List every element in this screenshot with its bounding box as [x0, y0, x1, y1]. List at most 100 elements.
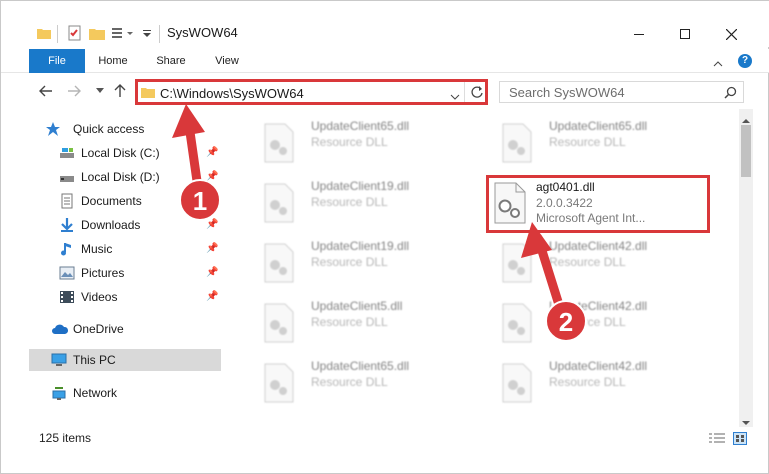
help-button[interactable]: ?: [738, 54, 752, 68]
pin-icon[interactable]: 📌: [206, 147, 218, 158]
file-name: agt0401.dll: [536, 180, 595, 194]
nav-item-downloads[interactable]: Downloads 📌: [29, 214, 221, 236]
scroll-down-icon[interactable]: [742, 415, 750, 429]
customize-icon[interactable]: [111, 26, 137, 46]
search-placeholder: Search SysWOW64: [509, 85, 625, 100]
drive-icon: [59, 145, 75, 161]
back-button[interactable]: [37, 82, 55, 100]
list-item[interactable]: UpdateClient42.dll Resource DLL: [481, 295, 711, 355]
divider: [57, 25, 58, 43]
highlighted-file-item[interactable]: agt0401.dll 2.0.0.3422 Microsoft Agent I…: [486, 175, 710, 233]
chevron-down-icon[interactable]: [450, 89, 460, 103]
nav-item-videos[interactable]: Videos 📌: [29, 286, 221, 308]
properties-icon[interactable]: [67, 25, 83, 45]
file-name: UpdateClient19.dll: [311, 239, 410, 253]
file-name: UpdateClient65.dll: [311, 119, 410, 133]
nav-item-label: Network: [73, 386, 118, 400]
dll-file-icon: [501, 123, 533, 163]
file-name: UpdateClient65.dll: [549, 119, 648, 133]
dropdown-arrow-icon[interactable]: [142, 28, 152, 48]
list-item[interactable]: UpdateClient19.dll Resource DLL: [243, 175, 473, 235]
file-name: UpdateClient19.dll: [311, 179, 410, 193]
close-button[interactable]: [711, 21, 751, 47]
pin-icon[interactable]: 📌: [206, 243, 218, 254]
list-item[interactable]: UpdateClient5.dll Resource DLL: [243, 295, 473, 355]
file-description: Resource DLL: [549, 135, 626, 149]
dll-file-icon: [263, 123, 295, 163]
pin-icon[interactable]: 📌: [206, 171, 218, 182]
status-bar: 125 items: [1, 429, 769, 449]
dll-file-icon: [493, 182, 527, 224]
dll-file-icon: [263, 183, 295, 223]
computer-icon: [51, 352, 67, 368]
search-input[interactable]: Search SysWOW64: [499, 81, 744, 103]
nav-item-music[interactable]: Music 📌: [29, 238, 221, 260]
nav-item-label: Videos: [81, 290, 118, 304]
dll-file-icon: [263, 303, 295, 343]
divider: [159, 25, 160, 43]
pin-icon[interactable]: 📌: [206, 291, 218, 302]
new-folder-icon[interactable]: [89, 26, 105, 46]
nav-item-local-disk-d[interactable]: Local Disk (D:) 📌: [29, 166, 221, 188]
dll-file-icon: [501, 303, 533, 343]
navigation-pane: Quick access Local Disk (C:) 📌 Local Dis…: [29, 115, 221, 415]
list-item[interactable]: UpdateClient65.dll Resource DLL: [243, 115, 473, 175]
details-view-icon[interactable]: [709, 433, 725, 448]
window-title: SysWOW64: [167, 25, 238, 40]
large-icons-view-icon[interactable]: [733, 432, 747, 445]
nav-item-label: Local Disk (D:): [81, 170, 160, 184]
file-name: UpdateClient65.dll: [311, 359, 410, 373]
navigation-bar: C:\Windows\SysWOW64 Search SysWOW64: [1, 77, 769, 107]
tab-share[interactable]: Share: [145, 49, 197, 73]
music-icon: [59, 241, 75, 257]
file-explorer-window: SysWOW64 File Home Share View ? C:\Windo…: [0, 0, 769, 474]
nav-item-onedrive[interactable]: OneDrive: [29, 318, 221, 340]
pin-icon[interactable]: 📌: [206, 267, 218, 278]
recent-locations-button[interactable]: [91, 82, 109, 100]
address-bar[interactable]: C:\Windows\SysWOW64: [135, 79, 488, 105]
maximize-button[interactable]: [665, 21, 705, 47]
nav-item-documents[interactable]: Documents 📌: [29, 190, 221, 212]
expand-ribbon-icon[interactable]: [713, 57, 723, 71]
list-item[interactable]: UpdateClient42.dll Resource DLL: [481, 355, 711, 415]
vertical-scrollbar[interactable]: [739, 109, 753, 427]
search-icon[interactable]: [724, 86, 737, 102]
nav-item-pictures[interactable]: Pictures 📌: [29, 262, 221, 284]
item-count: 125 items: [39, 431, 92, 445]
file-description: Resource DLL: [311, 375, 388, 389]
dll-file-icon: [501, 243, 533, 283]
pin-icon[interactable]: 📌: [206, 219, 218, 230]
forward-button[interactable]: [65, 82, 83, 100]
ribbon-tabs: File Home Share View ?: [1, 49, 769, 73]
tab-file[interactable]: File: [29, 49, 85, 73]
file-description: Resource DLL: [549, 255, 626, 269]
list-item[interactable]: UpdateClient65.dll Resource DLL: [243, 355, 473, 415]
document-icon: [59, 193, 75, 209]
nav-item-label: Music: [81, 242, 113, 256]
file-name: UpdateClient42.dll: [549, 239, 648, 253]
nav-item-network[interactable]: Network: [29, 382, 221, 404]
pictures-icon: [59, 265, 75, 281]
list-item[interactable]: UpdateClient42.dll Resource DLL: [481, 235, 711, 295]
file-version: 2.0.0.3422: [536, 196, 593, 210]
up-button[interactable]: [111, 82, 129, 100]
nav-item-local-disk-c[interactable]: Local Disk (C:) 📌: [29, 142, 221, 164]
nav-item-quick-access[interactable]: Quick access: [29, 118, 221, 140]
scrollbar-thumb[interactable]: [741, 125, 751, 177]
file-description: Resource DLL: [549, 315, 626, 329]
file-name: UpdateClient42.dll: [549, 359, 648, 373]
nav-item-label: OneDrive: [73, 322, 124, 336]
tab-view[interactable]: View: [201, 49, 253, 73]
list-item[interactable]: UpdateClient65.dll Resource DLL: [481, 115, 711, 175]
tab-home[interactable]: Home: [87, 49, 139, 73]
pin-icon[interactable]: 📌: [206, 195, 218, 206]
file-list: UpdateClient65.dll Resource DLL UpdateCl…: [229, 109, 739, 427]
nav-item-this-pc[interactable]: This PC: [29, 349, 221, 371]
file-description: Microsoft Agent Int...: [536, 211, 646, 225]
nav-item-label: Quick access: [73, 122, 145, 136]
minimize-button[interactable]: [619, 21, 659, 47]
divider: [464, 82, 465, 102]
nav-item-label: Pictures: [81, 266, 125, 280]
refresh-icon[interactable]: [470, 85, 484, 102]
list-item[interactable]: UpdateClient19.dll Resource DLL: [243, 235, 473, 295]
